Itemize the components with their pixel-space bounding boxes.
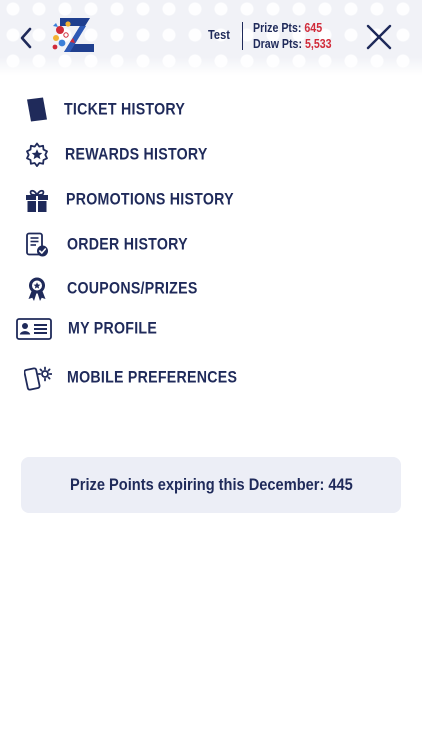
menu-item-ticket-history[interactable]: TICKET HISTORY — [14, 92, 274, 128]
menu-item-label: COUPONS/PRIZES — [67, 279, 198, 298]
menu-item-label: PROMOTIONS HISTORY — [66, 190, 234, 209]
header-divider — [242, 22, 243, 50]
id-card-icon — [16, 318, 52, 340]
menu-item-label: MOBILE PREFERENCES — [67, 368, 238, 387]
user-name: Test — [208, 27, 230, 42]
expiring-points-notice: Prize Points expiring this December: 445 — [21, 457, 401, 513]
star-badge-icon — [26, 142, 48, 167]
back-button[interactable] — [14, 24, 40, 52]
menu-item-promotions-history[interactable]: PROMOTIONS HISTORY — [14, 182, 274, 218]
draw-points-value: 5,533 — [304, 37, 332, 51]
menu-item-coupons-prizes[interactable]: COUPONS/PRIZES — [14, 271, 274, 307]
close-button[interactable] — [364, 22, 394, 52]
prize-points-line: Prize Pts: 645 — [253, 20, 332, 36]
ticket-icon — [27, 97, 47, 122]
menu-item-order-history[interactable]: ORDER HISTORY — [14, 227, 274, 263]
close-icon — [366, 24, 392, 50]
order-document-icon — [26, 232, 48, 257]
draw-points-line: Draw Pts: 5,533 — [253, 36, 332, 52]
prize-points-value: 645 — [304, 21, 323, 35]
chevron-left-icon — [20, 27, 32, 49]
prize-points-label: Prize Pts: — [253, 21, 302, 35]
menu-item-label: REWARDS HISTORY — [65, 145, 208, 164]
gift-icon — [26, 189, 48, 212]
award-ribbon-icon — [28, 277, 46, 301]
menu-item-label: ORDER HISTORY — [67, 235, 188, 254]
menu-item-mobile-preferences[interactable]: MOBILE PREFERENCES — [14, 360, 274, 396]
points-summary: Prize Pts: 645 Draw Pts: 5,533 — [253, 20, 332, 52]
menu-item-rewards-history[interactable]: REWARDS HISTORY — [14, 137, 274, 173]
expiring-points-text: Prize Points expiring this December: 445 — [69, 475, 353, 494]
header-fade — [0, 57, 422, 75]
menu-item-label: TICKET HISTORY — [64, 100, 186, 119]
app-logo[interactable] — [50, 14, 98, 56]
menu-item-my-profile[interactable]: MY PROFILE — [14, 311, 274, 347]
phone-settings-icon — [24, 366, 52, 391]
draw-points-label: Draw Pts: — [253, 37, 303, 51]
menu-item-label: MY PROFILE — [68, 319, 158, 338]
app-header: Test Prize Pts: 645 Draw Pts: 5,533 — [0, 0, 422, 75]
